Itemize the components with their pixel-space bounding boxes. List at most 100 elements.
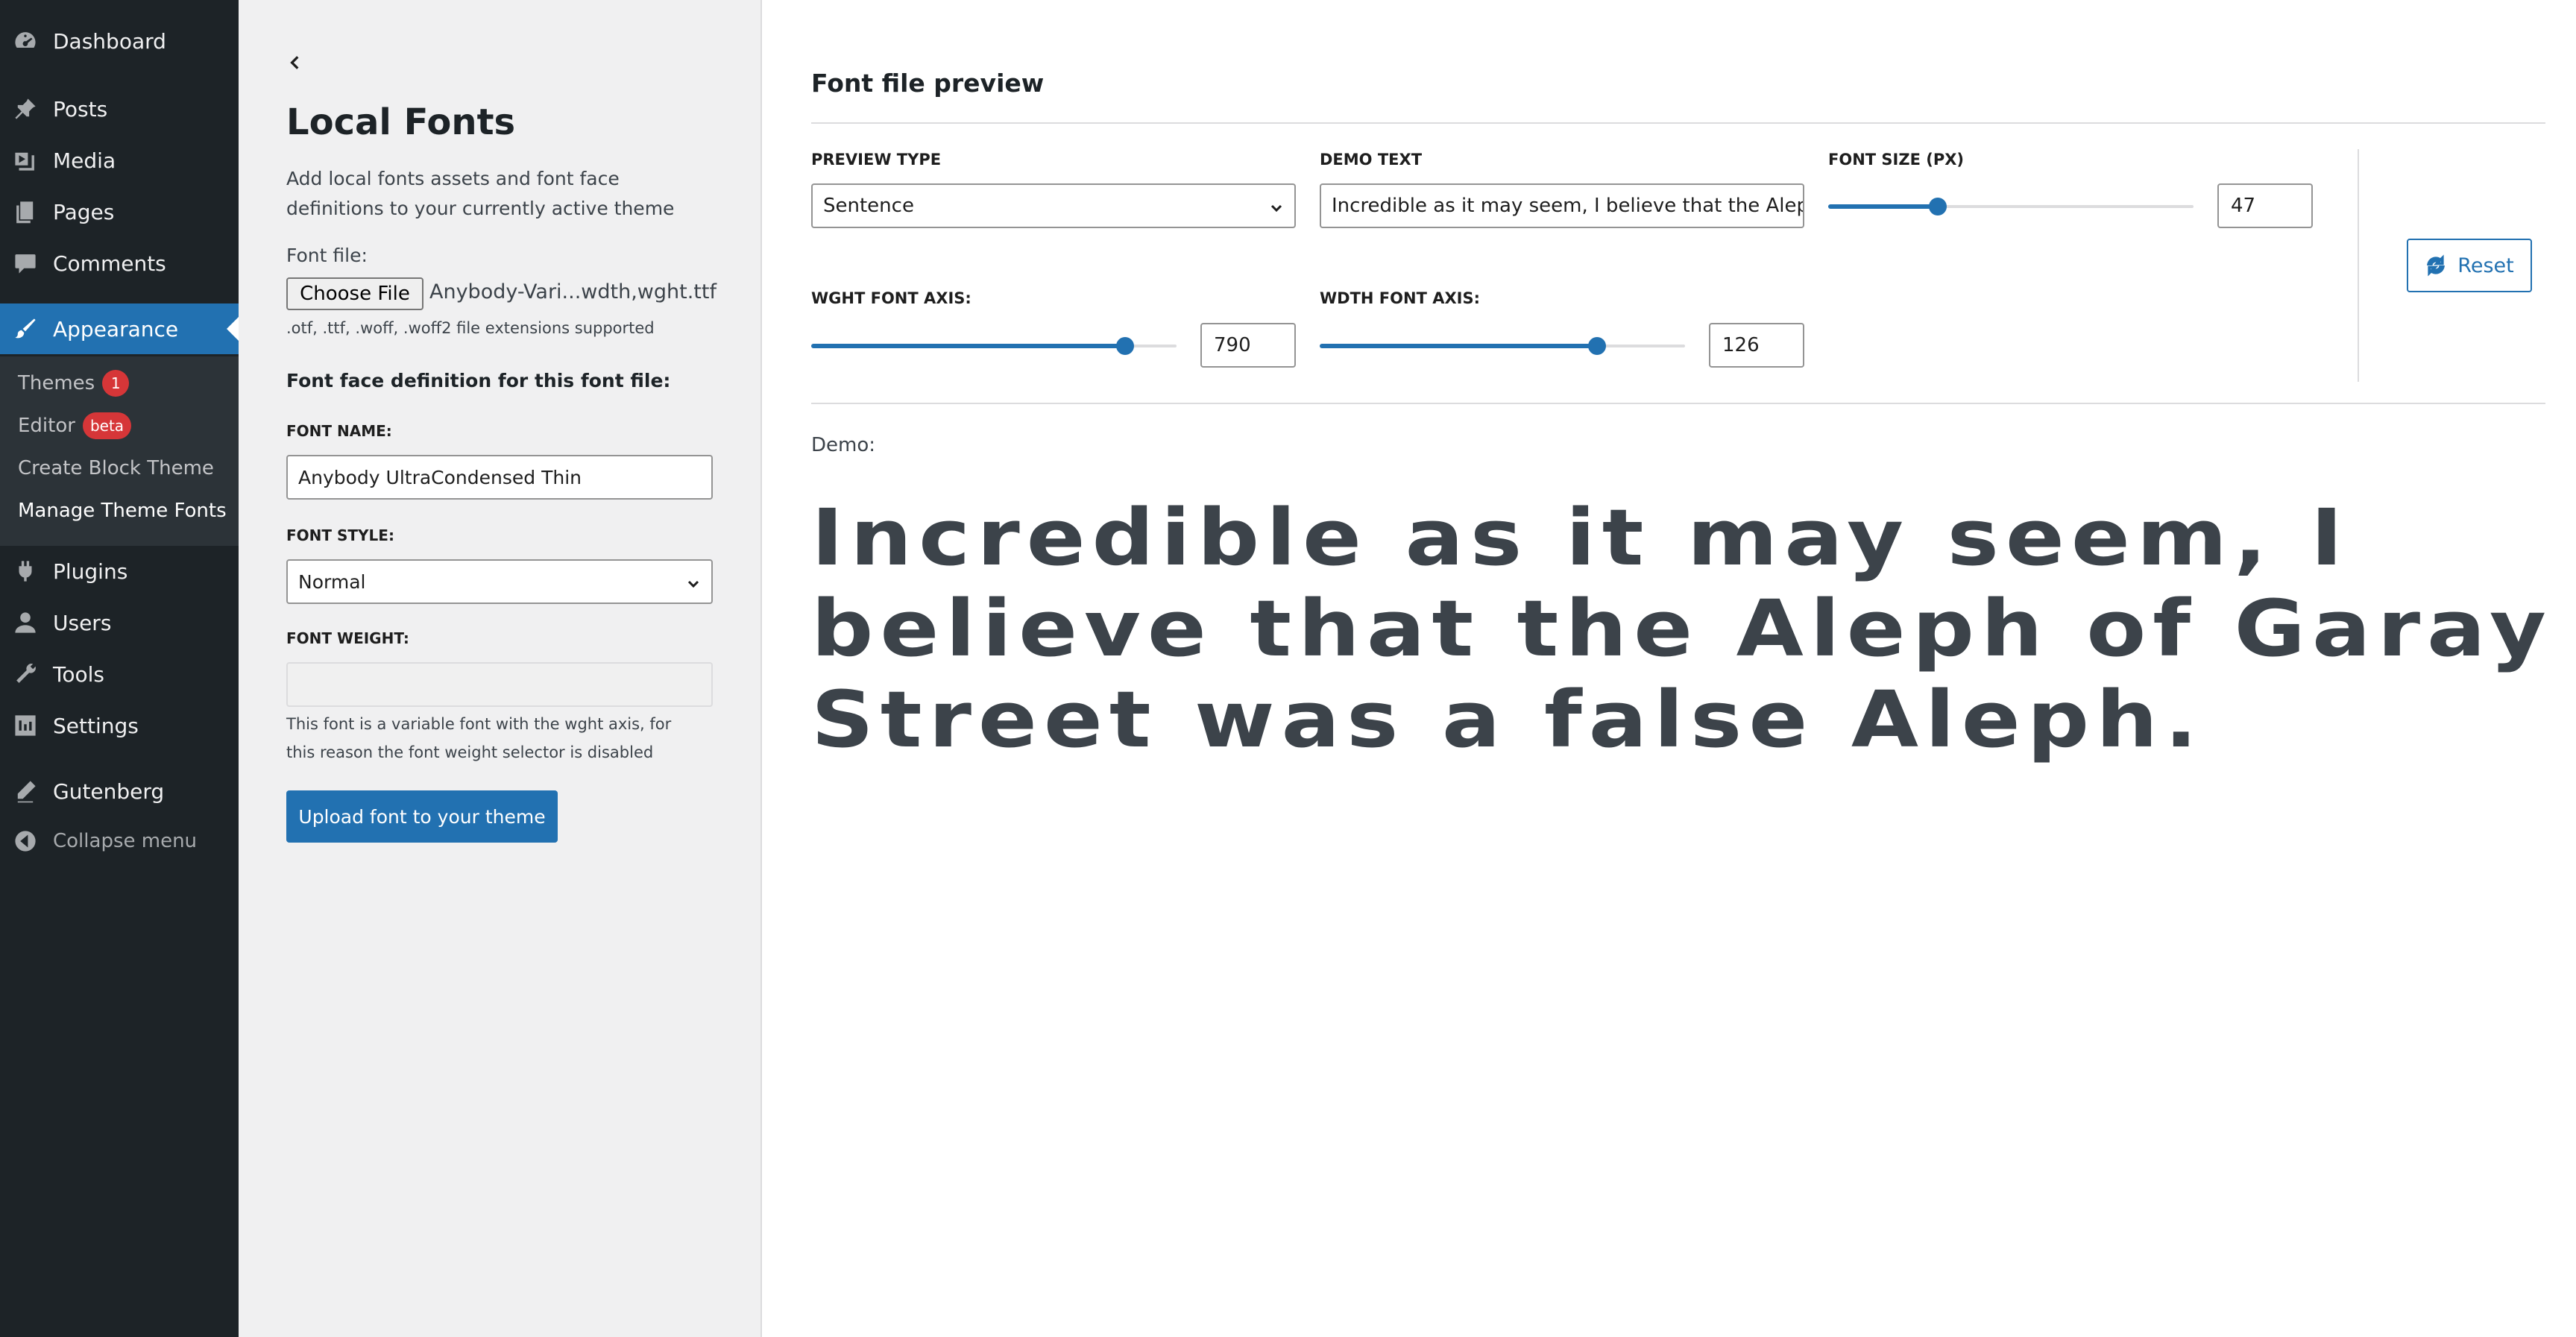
nav-pages[interactable]: Pages — [0, 186, 239, 237]
demo-text-label: DEMO TEXT — [1320, 151, 1423, 169]
selected-file-name: Anybody-Vari...wdth,wght.ttf — [429, 280, 717, 303]
wdth-axis-input[interactable]: 126 — [1709, 323, 1804, 368]
demo-text-input[interactable]: Incredible as it may seem, I believe tha… — [1320, 183, 1804, 228]
back-button[interactable] — [280, 48, 310, 78]
dashboard-icon — [12, 28, 39, 54]
reset-label: Reset — [2457, 254, 2514, 277]
nav-appearance[interactable]: Appearance — [0, 303, 239, 354]
demo-line: Street was a false Aleph. — [811, 674, 2205, 765]
slider-thumb[interactable] — [1929, 198, 1947, 216]
local-fonts-panel: Local Fonts Add local fonts assets and f… — [239, 0, 989, 1337]
wght-axis-label: WGHT FONT AXIS: — [811, 289, 971, 307]
beta-badge: beta — [82, 412, 132, 439]
collapse-menu-button[interactable]: Collapse menu — [0, 816, 239, 866]
extensions-note: .otf, .ttf, .woff, .woff2 file extension… — [286, 319, 655, 337]
chevron-down-icon — [686, 574, 701, 596]
font-size-slider[interactable] — [1828, 196, 2194, 217]
nav-label: Dashboard — [53, 28, 166, 54]
font-weight-label: FONT WEIGHT: — [286, 629, 409, 647]
admin-sidebar: Dashboard Posts Media Pages Comments App… — [0, 0, 239, 1337]
comment-icon — [12, 250, 39, 277]
slider-fill — [1320, 344, 1598, 348]
submenu-label: Themes — [18, 372, 95, 394]
nav-label: Appearance — [53, 316, 179, 342]
nav-label: Tools — [53, 661, 104, 687]
nav-gutenberg[interactable]: Gutenberg — [0, 766, 239, 817]
pin-icon — [12, 95, 39, 122]
page-title: Local Fonts — [286, 101, 516, 143]
submenu-editor[interactable]: Editor beta — [18, 411, 132, 441]
current-menu-arrow — [227, 317, 239, 341]
user-icon — [12, 609, 39, 636]
slider-fill — [811, 344, 1126, 348]
submenu-manage-theme-fonts[interactable]: Manage Theme Fonts — [18, 496, 227, 526]
font-name-input[interactable] — [286, 455, 713, 500]
update-count-badge: 1 — [102, 370, 130, 397]
pages-icon — [12, 198, 39, 225]
vertical-divider — [2358, 149, 2359, 382]
wght-axis-value: 790 — [1214, 334, 1251, 356]
font-style-select[interactable]: Normal — [286, 559, 713, 604]
submenu-label: Editor — [18, 415, 75, 437]
font-style-value: Normal — [298, 570, 366, 593]
appearance-submenu: Themes 1 Editor beta Create Block Theme … — [0, 356, 239, 546]
demo-label: Demo: — [811, 434, 876, 456]
wdth-axis-label: WDTH FONT AXIS: — [1320, 289, 1480, 307]
wght-axis-slider[interactable] — [811, 336, 1177, 356]
submenu-themes[interactable]: Themes 1 — [18, 368, 130, 398]
settings-icon — [12, 712, 39, 739]
divider — [811, 122, 2545, 124]
nav-settings[interactable]: Settings — [0, 700, 239, 751]
nav-label: Pages — [53, 199, 115, 224]
nav-dashboard[interactable]: Dashboard — [0, 16, 239, 66]
nav-users[interactable]: Users — [0, 597, 239, 648]
nav-label: Settings — [53, 713, 139, 738]
slider-fill — [1828, 204, 1938, 209]
divider — [811, 403, 2545, 404]
font-weight-help: This font is a variable font with the wg… — [286, 715, 672, 761]
font-face-section-heading: Font face definition for this font file: — [286, 370, 671, 391]
wght-axis-input[interactable]: 790 — [1200, 323, 1296, 368]
brush-icon — [12, 315, 39, 342]
chevron-down-icon — [1269, 198, 1284, 221]
wrench-icon — [12, 661, 39, 688]
nav-plugins[interactable]: Plugins — [0, 546, 239, 597]
preview-title: Font file preview — [811, 69, 1045, 98]
upload-font-button[interactable]: Upload font to your theme — [286, 790, 558, 843]
slider-thumb[interactable] — [1116, 337, 1135, 355]
font-size-label: FONT SIZE (PX) — [1828, 151, 1965, 169]
nav-comments[interactable]: Comments — [0, 238, 239, 289]
demo-line: Incredible as it may seem, I — [811, 492, 2350, 583]
reset-button[interactable]: Reset — [2407, 239, 2532, 292]
nav-media[interactable]: Media — [0, 135, 239, 186]
nav-label: Posts — [53, 96, 108, 122]
font-file-label: Font file: — [286, 245, 368, 266]
demo-text-value: Incredible as it may seem, I believe tha… — [1332, 195, 1804, 217]
choose-file-button[interactable]: Choose File — [286, 277, 423, 310]
wdth-axis-value: 126 — [1722, 334, 1760, 356]
demo-line: believe that the Aleph of Garay — [811, 583, 2553, 674]
submenu-create-block-theme[interactable]: Create Block Theme — [18, 453, 214, 483]
font-style-label: FONT STYLE: — [286, 526, 394, 544]
nav-label: Plugins — [53, 559, 128, 584]
preview-type-value: Sentence — [823, 195, 914, 217]
page-description: Add local fonts assets and font face def… — [286, 168, 675, 219]
font-weight-input — [286, 662, 713, 707]
collapse-icon — [12, 828, 39, 855]
nav-posts[interactable]: Posts — [0, 84, 239, 134]
pencil-icon — [12, 778, 39, 805]
wdth-axis-slider[interactable] — [1320, 336, 1685, 356]
font-name-label: FONT NAME: — [286, 422, 392, 440]
submenu-label: Create Block Theme — [18, 457, 214, 479]
preview-type-select[interactable]: Sentence — [811, 183, 1296, 228]
preview-type-label: PREVIEW TYPE — [811, 151, 942, 169]
reset-icon — [2427, 254, 2446, 277]
font-size-input[interactable]: 47 — [2217, 183, 2313, 228]
nav-tools[interactable]: Tools — [0, 649, 239, 699]
submenu-label: Manage Theme Fonts — [18, 500, 227, 522]
nav-label: Collapse menu — [53, 830, 198, 852]
nav-label: Gutenberg — [53, 778, 165, 804]
nav-label: Users — [53, 610, 112, 635]
slider-thumb[interactable] — [1588, 337, 1607, 355]
font-size-value: 47 — [2231, 195, 2256, 217]
